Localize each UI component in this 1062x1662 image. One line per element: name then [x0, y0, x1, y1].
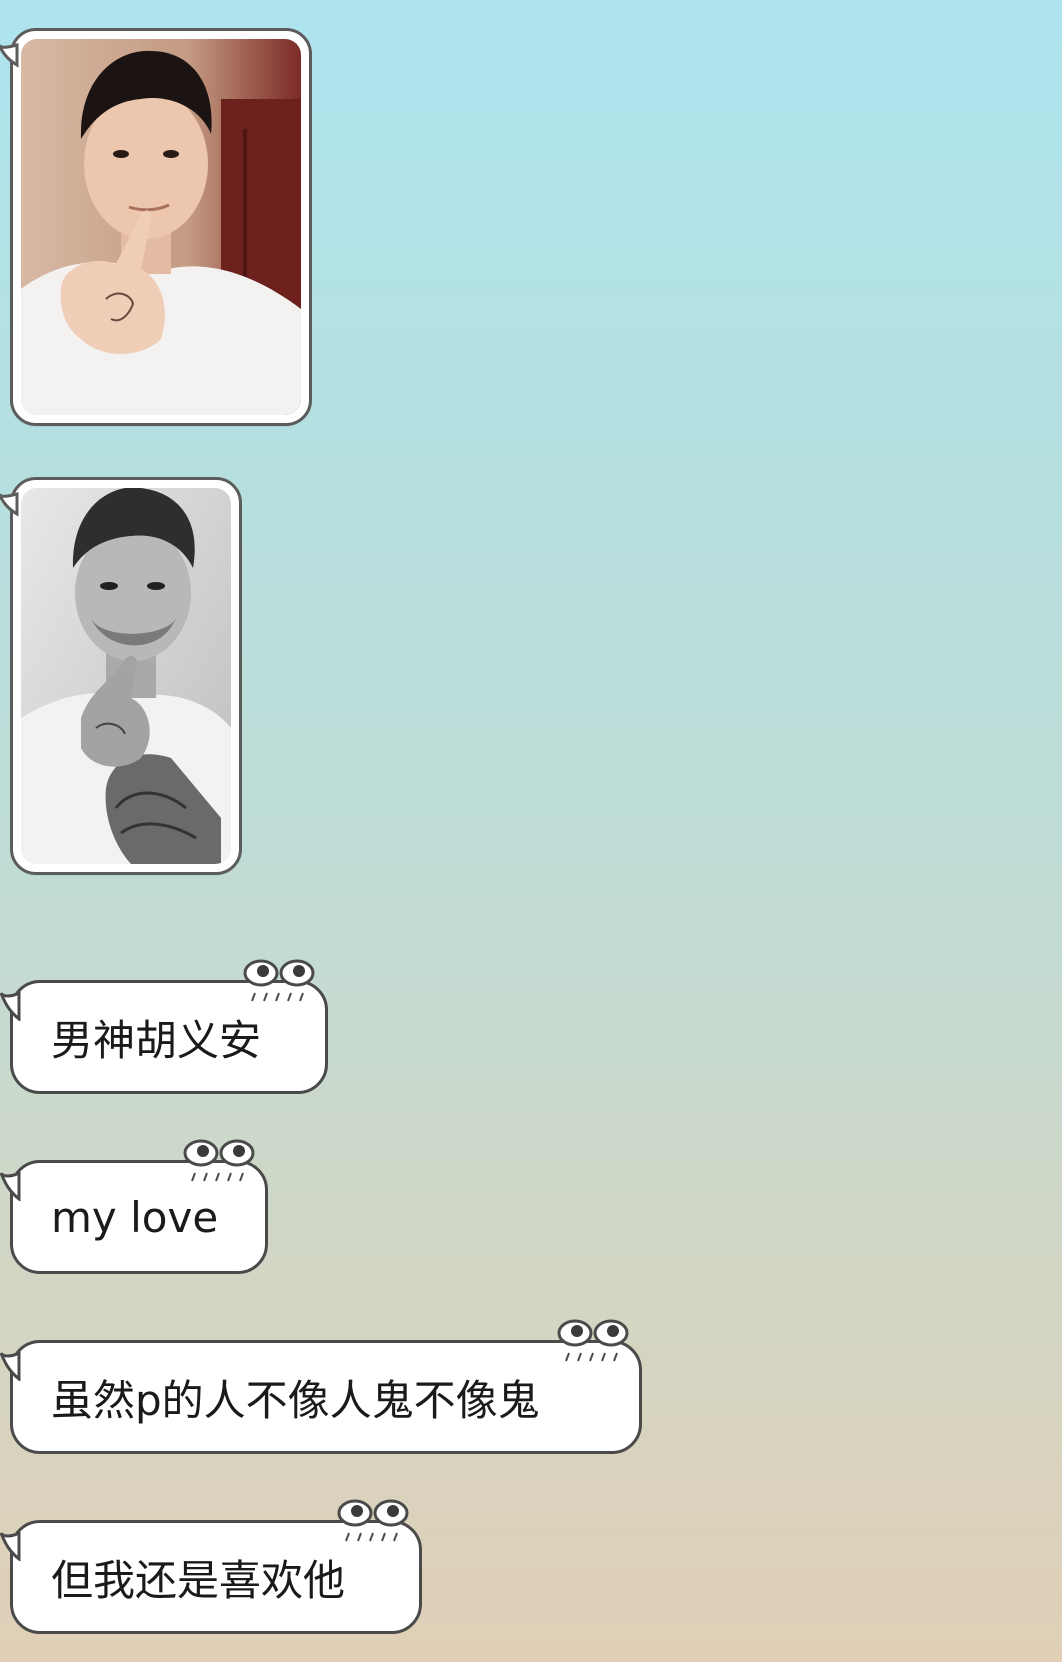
bubble-tail-icon — [0, 492, 19, 517]
text-message-1[interactable]: 男神胡义安 — [0, 959, 328, 1094]
photo-young-man-selfie — [21, 39, 301, 415]
image-message-1[interactable] — [0, 28, 312, 426]
bubble-tail-icon — [0, 1531, 21, 1561]
message-text: 虽然p的人不像人鬼不像鬼 — [51, 1375, 540, 1425]
peeking-eyes-icon — [183, 1139, 255, 1182]
image-message-2[interactable] — [0, 477, 242, 875]
bubble-tail-icon — [0, 991, 21, 1021]
message-text: my love — [51, 1192, 219, 1242]
photo-man-black-white — [21, 488, 231, 864]
peeking-eyes-icon — [557, 1319, 629, 1362]
peeking-eyes-icon — [337, 1499, 409, 1542]
bubble-tail-icon — [0, 43, 19, 68]
text-message-2[interactable]: my love — [0, 1139, 268, 1274]
bubble-tail-icon — [0, 1351, 21, 1381]
text-message-3[interactable]: 虽然p的人不像人鬼不像鬼 — [0, 1319, 642, 1454]
message-text: 但我还是喜欢他 — [51, 1555, 346, 1605]
text-message-4[interactable]: 但我还是喜欢他 — [0, 1499, 422, 1634]
chat-transcript: 男神胡义安 my love 虽然p的人不像人鬼不像鬼 但我还是喜欢他 — [0, 0, 1062, 1662]
message-text: 男神胡义安 — [51, 1015, 262, 1065]
bubble-tail-icon — [0, 1171, 21, 1201]
peeking-eyes-icon — [243, 959, 315, 1002]
